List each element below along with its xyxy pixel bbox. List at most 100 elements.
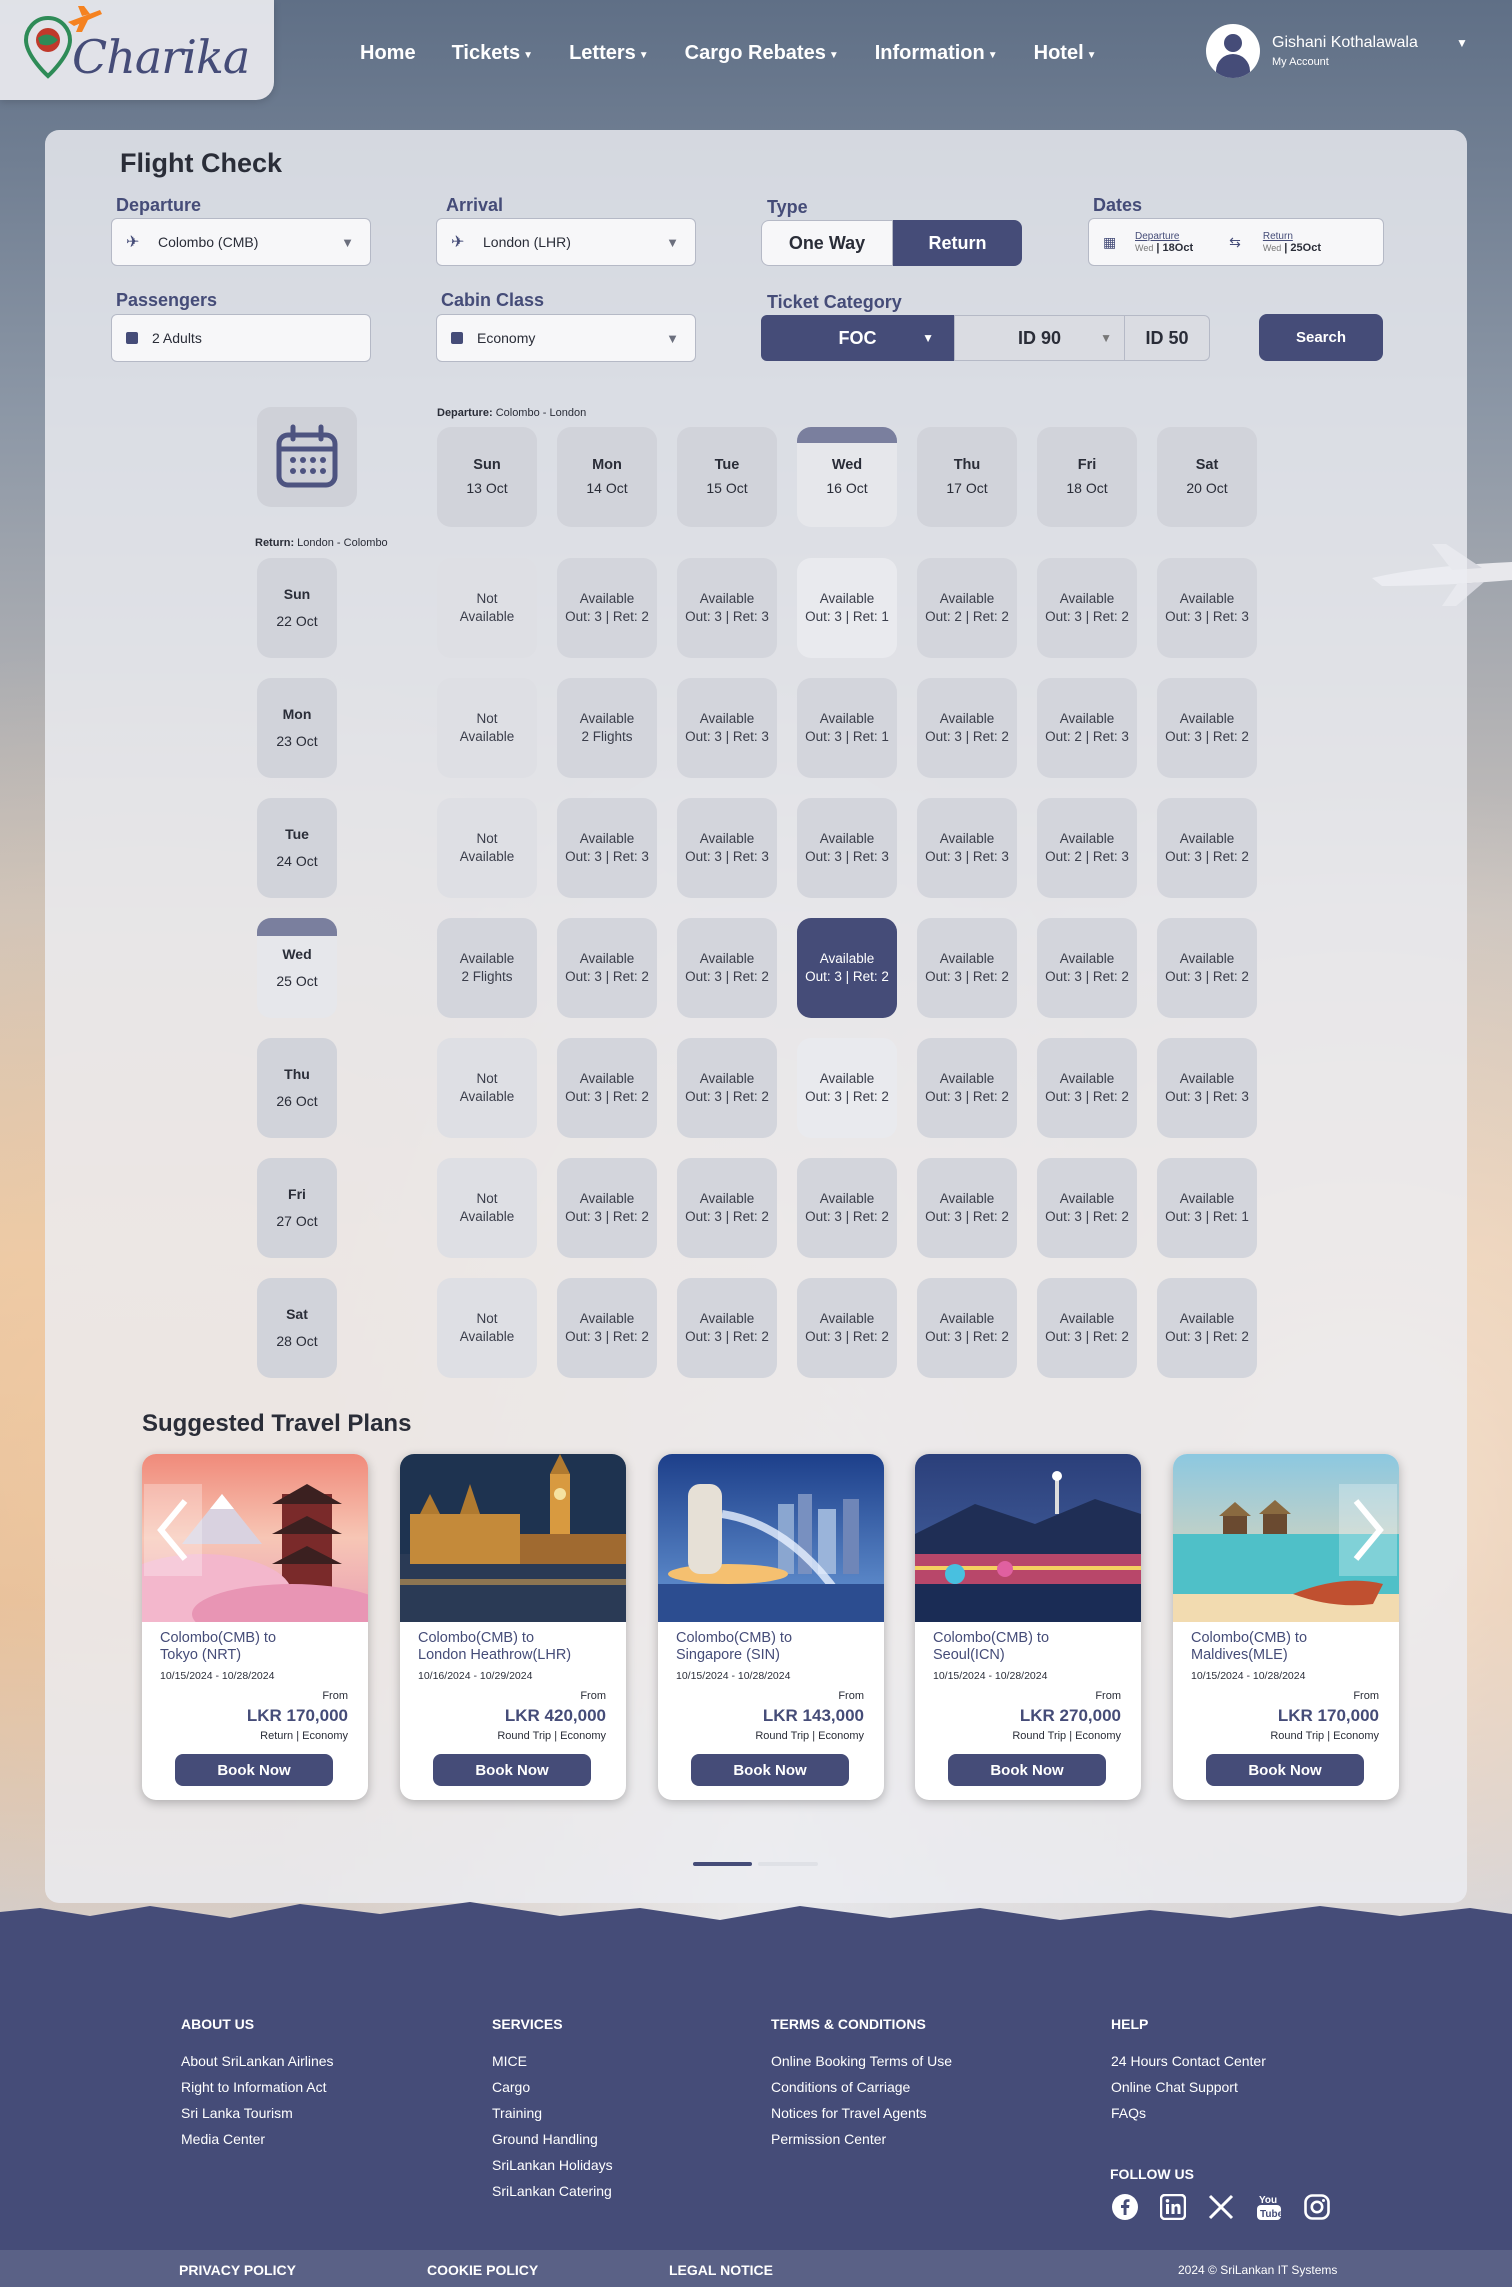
dates-picker[interactable]: ▦ Departure Wed | 18Oct ⇆ Return Wed | 2…	[1088, 218, 1384, 266]
fare-cell[interactable]: Available Out: 3 | Ret: 2	[1037, 558, 1137, 658]
book-now-button[interactable]: Book Now	[691, 1754, 849, 1786]
fare-cell[interactable]: Available Out: 3 | Ret: 3	[557, 798, 657, 898]
fare-cell[interactable]: Available Out: 3 | Ret: 3	[677, 678, 777, 778]
nav-letters[interactable]: Letters ▼	[569, 42, 649, 65]
carousel-dot[interactable]	[758, 1862, 818, 1866]
footer-link[interactable]: Conditions of Carriage	[771, 2079, 910, 2095]
departure-day-header[interactable]: Fri 18 Oct	[1037, 427, 1137, 527]
footer-link[interactable]: Ground Handling	[492, 2131, 598, 2147]
facebook-icon[interactable]	[1110, 2192, 1140, 2222]
fare-cell[interactable]: Available 2 Flights	[557, 678, 657, 778]
departure-select[interactable]: ✈ Colombo (CMB) ▼	[111, 218, 371, 266]
fare-cell[interactable]: Not Available	[437, 1278, 537, 1378]
fare-cell[interactable]: Not Available	[437, 678, 537, 778]
fare-cell[interactable]: Available Out: 3 | Ret: 3	[677, 798, 777, 898]
fare-cell[interactable]: Available Out: 3 | Ret: 2	[1157, 1278, 1257, 1378]
footer-link[interactable]: 24 Hours Contact Center	[1111, 2053, 1266, 2069]
fare-cell[interactable]: Available Out: 3 | Ret: 2	[1037, 918, 1137, 1018]
nav-cargo-rebates[interactable]: Cargo Rebates ▼	[685, 42, 839, 65]
footer-link[interactable]: Notices for Travel Agents	[771, 2105, 927, 2121]
fare-cell[interactable]: Available Out: 3 | Ret: 2	[677, 1158, 777, 1258]
type-return[interactable]: Return	[893, 220, 1022, 266]
linkedin-icon[interactable]	[1158, 2192, 1188, 2222]
return-day-header[interactable]: Thu 26 Oct	[257, 1038, 337, 1138]
footer-link[interactable]: Right to Information Act	[181, 2079, 327, 2095]
type-one-way[interactable]: One Way	[761, 220, 893, 266]
footer-link[interactable]: Permission Center	[771, 2131, 886, 2147]
return-day-header[interactable]: Sun 22 Oct	[257, 558, 337, 658]
footer-link[interactable]: FAQs	[1111, 2105, 1146, 2121]
fare-cell[interactable]: Not Available	[437, 558, 537, 658]
fare-cell[interactable]: Available Out: 3 | Ret: 2	[677, 918, 777, 1018]
fare-cell[interactable]: Available Out: 3 | Ret: 2	[1037, 1158, 1137, 1258]
fare-cell[interactable]: Available Out: 3 | Ret: 2	[557, 1278, 657, 1378]
fare-cell[interactable]: Available Out: 3 | Ret: 2	[917, 1158, 1017, 1258]
footer-link[interactable]: Sri Lanka Tourism	[181, 2105, 293, 2121]
fare-cell[interactable]: Available Out: 3 | Ret: 2	[917, 678, 1017, 778]
departure-day-header[interactable]: Thu 17 Oct	[917, 427, 1017, 527]
return-day-header[interactable]: Mon 23 Oct	[257, 678, 337, 778]
fare-cell[interactable]: Available Out: 2 | Ret: 3	[1037, 798, 1137, 898]
fare-cell[interactable]: Available Out: 3 | Ret: 1	[797, 678, 897, 778]
cabin-class-select[interactable]: Economy ▼	[436, 314, 696, 362]
fare-cell[interactable]: Available Out: 2 | Ret: 2	[917, 558, 1017, 658]
fare-cell[interactable]: Available Out: 3 | Ret: 3	[677, 558, 777, 658]
privacy-policy-link[interactable]: PRIVACY POLICY	[179, 2262, 296, 2278]
fare-cell[interactable]: Available Out: 3 | Ret: 2	[797, 1278, 897, 1378]
footer-link[interactable]: Training	[492, 2105, 542, 2121]
fare-cell[interactable]: Not Available	[437, 1038, 537, 1138]
category-foc[interactable]: FOC ▼	[761, 315, 954, 361]
logo[interactable]: Charika	[0, 0, 274, 100]
fare-cell[interactable]: Not Available	[437, 1158, 537, 1258]
fare-cell[interactable]: Available Out: 3 | Ret: 2	[1157, 918, 1257, 1018]
return-day-header[interactable]: Wed 25 Oct	[257, 918, 337, 1018]
nav-information[interactable]: Information ▼	[875, 42, 998, 65]
footer-link[interactable]: Cargo	[492, 2079, 530, 2095]
return-day-header[interactable]: Sat 28 Oct	[257, 1278, 337, 1378]
fare-cell[interactable]: Available Out: 3 | Ret: 2	[1037, 1038, 1137, 1138]
departure-day-header[interactable]: Tue 15 Oct	[677, 427, 777, 527]
fare-cell[interactable]: Available Out: 3 | Ret: 2	[1037, 1278, 1137, 1378]
fare-cell[interactable]: Available Out: 3 | Ret: 2	[917, 1278, 1017, 1378]
fare-cell[interactable]: Available Out: 3 | Ret: 3	[1157, 1038, 1257, 1138]
x-icon[interactable]	[1206, 2192, 1236, 2222]
fare-cell[interactable]: Available Out: 3 | Ret: 2	[557, 918, 657, 1018]
fare-cell[interactable]: Available Out: 3 | Ret: 3	[917, 798, 1017, 898]
footer-link[interactable]: Online Chat Support	[1111, 2079, 1238, 2095]
account-dropdown-icon[interactable]: ▼	[1456, 36, 1468, 50]
departure-day-header[interactable]: Sun 13 Oct	[437, 427, 537, 527]
category-id90[interactable]: ID 90 ▼	[954, 315, 1125, 361]
fare-cell[interactable]: Available Out: 3 | Ret: 2	[917, 1038, 1017, 1138]
travel-card[interactable]: Colombo(CMB) to Seoul(ICN) 10/15/2024 - 10…	[915, 1454, 1141, 1800]
fare-cell[interactable]: Available Out: 3 | Ret: 2	[797, 1158, 897, 1258]
fare-cell[interactable]: Available Out: 3 | Ret: 2	[1157, 678, 1257, 778]
legal-notice-link[interactable]: LEGAL NOTICE	[669, 2262, 773, 2278]
fare-cell[interactable]: Available Out: 3 | Ret: 2	[557, 1038, 657, 1138]
fare-cell[interactable]: Available Out: 3 | Ret: 2	[677, 1038, 777, 1138]
nav-hotel[interactable]: Hotel ▼	[1034, 42, 1097, 65]
fare-cell[interactable]: Available Out: 3 | Ret: 2	[557, 1158, 657, 1258]
fare-cell[interactable]: Available Out: 3 | Ret: 2	[917, 918, 1017, 1018]
departure-day-header[interactable]: Sat 20 Oct	[1157, 427, 1257, 527]
nav-home[interactable]: Home	[360, 42, 416, 65]
carousel-dot-active[interactable]	[693, 1862, 752, 1866]
return-day-header[interactable]: Fri 27 Oct	[257, 1158, 337, 1258]
fare-cell[interactable]: Available Out: 3 | Ret: 2	[557, 558, 657, 658]
nav-tickets[interactable]: Tickets ▼	[452, 42, 533, 65]
carousel-next-button[interactable]	[1339, 1484, 1397, 1576]
book-now-button[interactable]: Book Now	[175, 1754, 333, 1786]
fare-cell[interactable]: Available 2 Flights	[437, 918, 537, 1018]
fare-cell[interactable]: Available Out: 2 | Ret: 3	[1037, 678, 1137, 778]
departure-day-header[interactable]: Mon 14 Oct	[557, 427, 657, 527]
cookie-policy-link[interactable]: COOKIE POLICY	[427, 2262, 538, 2278]
footer-link[interactable]: Online Booking Terms of Use	[771, 2053, 952, 2069]
footer-link[interactable]: SriLankan Holidays	[492, 2157, 613, 2173]
fare-cell[interactable]: Available Out: 3 | Ret: 2	[797, 918, 897, 1018]
carousel-prev-button[interactable]	[144, 1484, 202, 1576]
fare-cell[interactable]: Available Out: 3 | Ret: 2	[1157, 798, 1257, 898]
fare-cell[interactable]: Available Out: 3 | Ret: 1	[1157, 1158, 1257, 1258]
departure-day-header[interactable]: Wed 16 Oct	[797, 427, 897, 527]
passengers-select[interactable]: 2 Adults	[111, 314, 371, 362]
footer-link[interactable]: Media Center	[181, 2131, 265, 2147]
arrival-select[interactable]: ✈ London (LHR) ▼	[436, 218, 696, 266]
